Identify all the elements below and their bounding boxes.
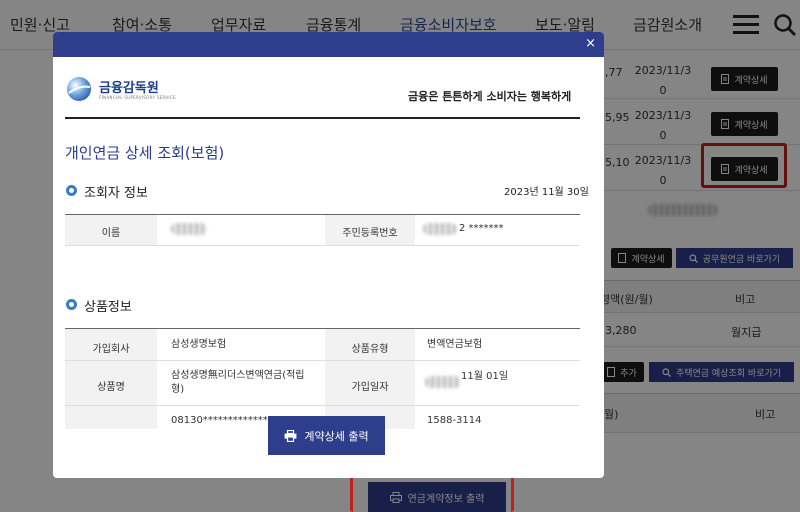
divider xyxy=(65,245,580,246)
product-type-value: 변액연금보험 xyxy=(427,339,483,350)
print-contract-detail-button[interactable]: 계약상세 출력 xyxy=(268,416,385,455)
slogan: 금융은 튼튼하게 소비자는 행복하게 xyxy=(408,90,572,103)
contract-detail-modal: × 금융감독원 FINANCIAL SUPERVISORY SERVICE 금융… xyxy=(53,32,604,478)
logo-name: 금융감독원 xyxy=(99,81,159,96)
product-type-label: 상품유형 xyxy=(351,344,389,355)
company-value: 삼성생명보험 xyxy=(171,339,227,350)
bullet-icon xyxy=(66,299,77,310)
masked-resident-number xyxy=(423,223,457,235)
logo-subtitle: FINANCIAL SUPERVISORY SERVICE xyxy=(99,95,176,100)
section-title-inquirer: 조회자 정보 xyxy=(84,186,148,201)
divider xyxy=(65,405,580,406)
name-label: 이름 xyxy=(101,228,121,239)
close-icon[interactable]: × xyxy=(585,36,596,52)
document-title: 개인연금 상세 조회(보험) xyxy=(65,144,225,162)
resident-number-label: 주민등록번호 xyxy=(342,228,398,239)
masked-join-year xyxy=(425,376,461,388)
company-label: 가입회사 xyxy=(92,344,130,355)
product-name-value: 삼성생명無리더스변액연금(적립 형) xyxy=(171,370,305,395)
modal-header: × xyxy=(53,32,604,57)
document-viewer: 금융감독원 FINANCIAL SUPERVISORY SERVICE 금융은 … xyxy=(65,65,604,429)
divider xyxy=(65,360,580,361)
phone-value: 1588-3114 xyxy=(427,415,482,426)
masked-name xyxy=(171,223,207,235)
join-date-label: 가입일자 xyxy=(351,382,389,393)
fss-logo-icon xyxy=(67,77,91,101)
product-name-label: 상품명 xyxy=(97,382,125,393)
inquiry-date: 2023년 11월 30일 xyxy=(504,187,589,198)
bullet-icon xyxy=(66,185,77,196)
printer-icon xyxy=(284,429,297,442)
section-title-product: 상품정보 xyxy=(84,300,132,315)
resident-number-value: 2 ******* xyxy=(459,223,504,234)
divider xyxy=(65,117,580,119)
join-date-value: 11월 01일 xyxy=(461,371,509,382)
